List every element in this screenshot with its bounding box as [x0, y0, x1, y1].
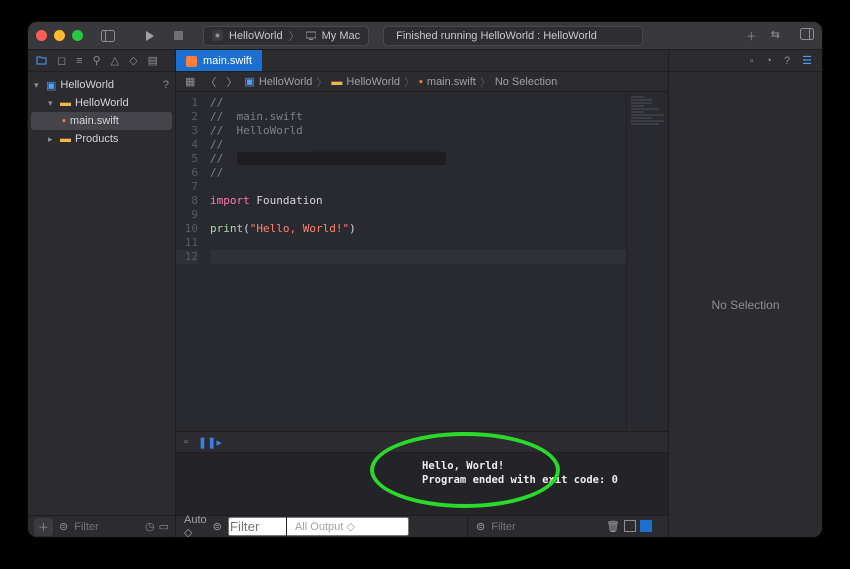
console-output[interactable]: Hello, World! Program ended with exit co…: [412, 453, 668, 515]
console-filter-bar: Auto ◇ ⊜ All Output ◇ ⊜ 🗑: [176, 515, 668, 537]
mac-icon: [306, 31, 316, 41]
scheme-destination: My Mac: [322, 30, 361, 42]
products-row[interactable]: ▸ ▬ Products: [28, 130, 175, 148]
console-line: Program ended with exit code: 0: [422, 473, 658, 487]
filter-icon: ⊜: [59, 520, 68, 533]
minimap[interactable]: [626, 92, 668, 431]
sidebar-toggle-icon[interactable]: [99, 30, 117, 42]
jump-bar[interactable]: ▦ 〈 〉 ▣HelloWorld 〉 ▬HelloWorld 〉 ▪main.…: [176, 72, 668, 92]
source-editor[interactable]: 123 456 789 101112 // // main.swift // H…: [176, 92, 626, 431]
test-navigator-icon[interactable]: ◇: [129, 54, 137, 67]
find-navigator-icon[interactable]: ⚲: [93, 54, 101, 67]
minimize-window-button[interactable]: [54, 30, 65, 41]
symbol-navigator-icon[interactable]: ≡: [76, 55, 82, 67]
add-button[interactable]: ＋: [34, 518, 53, 536]
source-control-navigator-icon[interactable]: ◻: [57, 54, 66, 67]
group-name: HelloWorld: [75, 97, 129, 109]
debug-navigator-icon[interactable]: ▤: [148, 54, 158, 67]
jump-crumb-1[interactable]: HelloWorld: [346, 76, 400, 88]
folder-icon: ▬: [60, 97, 71, 109]
debug-console: Hello, World! Program ended with exit co…: [176, 453, 668, 515]
line-gutter: 123 456 789 101112: [176, 92, 204, 431]
breakpoint-toggle-icon[interactable]: ❚❚▸: [198, 436, 222, 449]
output-scope-button[interactable]: All Output ◇: [295, 520, 355, 533]
folder-icon: ▬: [331, 76, 342, 88]
editor-area: ▦ 〈 〉 ▣HelloWorld 〉 ▬HelloWorld 〉 ▪main.…: [176, 72, 668, 537]
console-filter-input[interactable]: [491, 521, 551, 533]
folder-icon: ▬: [60, 133, 71, 145]
project-navigator: ▾ ▣ HelloWorld ? ▾ ▬ HelloWorld ▪ main.s…: [28, 72, 176, 537]
console-line: Hello, World!: [422, 459, 658, 473]
inspector-placeholder: No Selection: [711, 298, 779, 312]
scm-filter-icon[interactable]: ▭: [159, 520, 169, 533]
jump-crumb-3[interactable]: No Selection: [495, 76, 557, 88]
group-row[interactable]: ▾ ▬ HelloWorld: [28, 94, 175, 112]
file-inspector-icon[interactable]: ▫: [749, 55, 753, 67]
scm-status-icon: ?: [163, 79, 169, 91]
project-row[interactable]: ▾ ▣ HelloWorld ?: [28, 76, 175, 94]
library-icon[interactable]: [800, 28, 814, 44]
navigator-selector: ◻ ≡ ⚲ △ ◇ ▤: [28, 50, 176, 71]
navigator-filter-bar: ＋ ⊜ ◷ ▭: [28, 515, 175, 537]
variables-view[interactable]: [176, 453, 412, 515]
back-button[interactable]: 〈: [202, 74, 219, 90]
toolbar: HelloWorld 〉 My Mac Finished running Hel…: [28, 22, 822, 50]
chevron-right-icon: 〉: [289, 28, 300, 44]
swift-file-icon: ▪: [62, 115, 66, 127]
editor-tab[interactable]: main.swift: [176, 50, 262, 71]
swift-file-icon: ▪: [419, 76, 423, 88]
filter-icon: ⊜: [213, 520, 222, 533]
xcodeproj-icon: ▣: [244, 75, 254, 88]
file-row-selected[interactable]: ▪ main.swift: [31, 112, 172, 130]
stop-button[interactable]: [169, 30, 187, 41]
zoom-window-button[interactable]: [72, 30, 83, 41]
close-window-button[interactable]: [36, 30, 47, 41]
related-items-icon[interactable]: ▦: [182, 75, 198, 88]
recent-filter-icon[interactable]: ◷: [145, 520, 155, 533]
forward-button[interactable]: 〉: [223, 74, 240, 90]
disclosure-triangle-icon[interactable]: ▸: [48, 134, 56, 145]
plus-icon[interactable]: ＋: [746, 28, 757, 44]
filter-icon: ⊜: [476, 520, 485, 533]
project-name: HelloWorld: [60, 79, 114, 91]
disclosure-triangle-icon[interactable]: ▾: [48, 98, 56, 109]
editor-tab-label: main.swift: [203, 55, 252, 67]
show-variables-toggle[interactable]: [624, 520, 636, 532]
trash-icon[interactable]: 🗑: [606, 520, 620, 533]
xcode-window: HelloWorld 〉 My Mac Finished running Hel…: [28, 22, 822, 537]
issue-navigator-icon[interactable]: △: [111, 54, 119, 67]
app-icon: [212, 30, 223, 41]
tab-bar: ◻ ≡ ⚲ △ ◇ ▤ main.swift ▫ ◔ ? ☰: [28, 50, 822, 72]
hide-debug-icon[interactable]: ▫: [184, 436, 188, 448]
show-console-toggle[interactable]: [640, 520, 652, 532]
swift-file-icon: [186, 56, 197, 67]
code-review-icon[interactable]: ⇆: [771, 28, 780, 44]
scheme-name: HelloWorld: [229, 30, 283, 42]
window-controls: [36, 30, 83, 41]
file-name: main.swift: [70, 115, 119, 127]
scheme-selector[interactable]: HelloWorld 〉 My Mac: [203, 26, 369, 46]
products-label: Products: [75, 133, 118, 145]
help-inspector-icon[interactable]: ?: [784, 55, 790, 67]
inspector-selector: ▫ ◔ ? ☰: [668, 50, 822, 71]
status-text: Finished running HelloWorld : HelloWorld: [396, 30, 597, 42]
run-button[interactable]: [141, 30, 159, 42]
code-content[interactable]: // // main.swift // HelloWorld // // Cre…: [204, 92, 626, 431]
debug-bar: ▫ ❚❚▸: [176, 431, 668, 453]
inspector-panel: No Selection: [668, 72, 822, 537]
history-inspector-icon[interactable]: ◔: [765, 55, 772, 67]
inspector-menu-icon[interactable]: ☰: [802, 54, 812, 67]
navigator-filter-input[interactable]: [74, 521, 134, 533]
jump-crumb-2[interactable]: main.swift: [427, 76, 476, 88]
activity-status: Finished running HelloWorld : HelloWorld: [383, 26, 643, 46]
xcodeproj-icon: ▣: [46, 79, 56, 92]
disclosure-triangle-icon[interactable]: ▾: [34, 80, 42, 91]
project-navigator-icon[interactable]: [36, 55, 47, 66]
jump-crumb-0[interactable]: HelloWorld: [259, 76, 313, 88]
auto-scope-button[interactable]: Auto ◇: [184, 514, 207, 537]
